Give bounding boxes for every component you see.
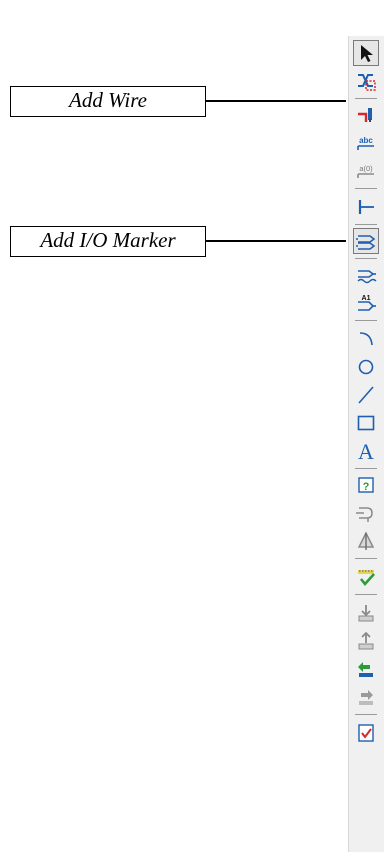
forward-icon[interactable] — [353, 684, 379, 710]
bus-index-icon-text: a(0) — [359, 164, 373, 173]
net-name-abc-icon[interactable]: abc — [353, 130, 379, 156]
toolbar-separator — [355, 558, 377, 559]
toolbar-separator — [355, 258, 377, 259]
line-icon[interactable] — [353, 382, 379, 408]
back-green-icon[interactable] — [353, 656, 379, 682]
a1-icon-text: A1 — [362, 295, 371, 302]
help-icon[interactable]: ? — [353, 472, 379, 498]
help-icon-text: ? — [363, 481, 370, 493]
toolbar-separator — [355, 714, 377, 715]
attribute-a1-icon[interactable]: A1 — [353, 290, 379, 316]
add-wire-callout-label: Add Wire — [69, 88, 147, 112]
toolbar-separator — [355, 468, 377, 469]
abc-icon-text: abc — [359, 136, 373, 145]
bus-tap-icon[interactable] — [353, 194, 379, 220]
add-wire-callout-line — [206, 100, 346, 102]
add-wire-icon[interactable] — [353, 102, 379, 128]
connector-icon[interactable] — [353, 500, 379, 526]
rectangle-icon[interactable] — [353, 410, 379, 436]
check-schematic-icon[interactable] — [353, 564, 379, 590]
bus-index-icon[interactable]: a(0) — [353, 158, 379, 184]
arc-icon[interactable] — [353, 326, 379, 352]
toolbar-separator — [355, 594, 377, 595]
add-io-marker-callout-label: Add I/O Marker — [40, 228, 176, 252]
add-io-marker-callout-line — [206, 240, 346, 242]
circle-icon[interactable] — [353, 354, 379, 380]
select-arrow-icon[interactable] — [353, 40, 379, 66]
text-icon[interactable]: A — [353, 438, 379, 464]
add-io-marker-callout: Add I/O Marker — [10, 226, 206, 257]
vertical-toolbar: abc a(0) A1 A ? — [348, 36, 384, 852]
checklist-icon[interactable] — [353, 720, 379, 746]
toolbar-separator — [355, 224, 377, 225]
toolbar-separator — [355, 98, 377, 99]
text-tool-glyph: A — [358, 440, 374, 462]
pop-up-icon[interactable] — [353, 628, 379, 654]
toolbar-separator — [355, 188, 377, 189]
add-wire-callout: Add Wire — [10, 86, 206, 117]
add-io-marker-icon[interactable] — [353, 228, 379, 254]
add-branch-icon[interactable] — [353, 262, 379, 288]
toolbar-separator — [355, 320, 377, 321]
add-net-icon[interactable] — [353, 68, 379, 94]
push-down-icon[interactable] — [353, 600, 379, 626]
symbol-icon[interactable] — [353, 528, 379, 554]
